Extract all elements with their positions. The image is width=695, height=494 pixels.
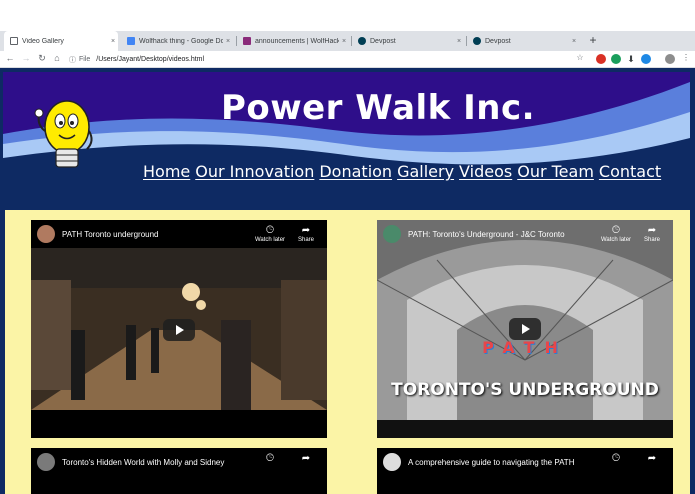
nav-gallery[interactable]: Gallery	[397, 162, 454, 181]
tab-google-docs[interactable]: Wolfhack thing - Google Docs ×	[121, 31, 233, 51]
toolbar: ← → ↻ ⌂ ⓘ File /Users/Jayant/Desktop/vid…	[0, 51, 695, 68]
video-embed[interactable]: PATH Toronto underground 🕒︎ Watch later …	[31, 220, 327, 438]
video-title[interactable]: A comprehensive guide to navigating the …	[408, 458, 574, 467]
watch-later-button[interactable]: 🕒︎	[253, 453, 287, 465]
main-nav: Home Our Innovation Donation Gallery Vid…	[143, 162, 661, 181]
close-icon[interactable]: ×	[223, 38, 233, 45]
forward-icon[interactable]: →	[20, 53, 32, 63]
close-icon[interactable]: ×	[569, 38, 579, 45]
tab-title: announcements | WolfHacks	[255, 37, 339, 45]
devpost-icon	[358, 37, 366, 45]
nav-our-team[interactable]: Our Team	[517, 162, 594, 181]
watch-later-button[interactable]: 🕒︎	[599, 453, 633, 465]
watch-later-button[interactable]: 🕒︎ Watch later	[253, 225, 287, 243]
tab-devpost-1[interactable]: Devpost ×	[352, 31, 464, 51]
reload-icon[interactable]: ↻	[36, 53, 48, 64]
video-title[interactable]: Toronto's Hidden World with Molly and Si…	[62, 458, 224, 467]
channel-avatar[interactable]	[383, 453, 401, 471]
nav-contact[interactable]: Contact	[599, 162, 661, 181]
watch-later-label: Watch later	[600, 237, 632, 243]
site-title: Power Walk Inc.	[220, 88, 536, 128]
video-gallery: PATH Toronto underground 🕒︎ Watch later …	[5, 210, 690, 494]
video-embed[interactable]: A comprehensive guide to navigating the …	[377, 448, 673, 494]
slack-icon	[243, 37, 251, 45]
grammarly-icon[interactable]	[611, 54, 621, 64]
share-label: Share	[643, 237, 660, 243]
clock-icon: 🕒︎	[612, 225, 620, 236]
close-icon[interactable]: ×	[339, 38, 349, 45]
tab-announcements[interactable]: announcements | WolfHacks ×	[237, 31, 349, 51]
nav-our-innovation[interactable]: Our Innovation	[195, 162, 314, 181]
info-icon[interactable]: ⓘ	[69, 55, 79, 65]
video-embed[interactable]: PATH: Toronto's Underground - J&C Toront…	[377, 220, 673, 438]
share-button[interactable]: ➦	[289, 453, 323, 465]
clock-icon: 🕒︎	[612, 453, 620, 464]
page-icon	[10, 37, 18, 45]
video-title[interactable]: PATH Toronto underground	[62, 230, 159, 239]
back-icon[interactable]: ←	[4, 53, 16, 63]
watch-later-button[interactable]: 🕒︎ Watch later	[599, 225, 633, 243]
tab-bar: Video Gallery × Wolfhack thing - Google …	[0, 31, 695, 51]
docs-icon	[127, 37, 135, 45]
tab-title: Devpost	[370, 37, 396, 45]
extension-icon[interactable]	[596, 54, 606, 64]
share-icon: ➦	[647, 453, 657, 464]
address-path: /Users/Jayant/Desktop/videos.html	[96, 56, 205, 63]
tab-video-gallery[interactable]: Video Gallery ×	[4, 31, 118, 51]
channel-avatar[interactable]	[37, 225, 55, 243]
share-button[interactable]: ➦ Share	[635, 225, 669, 243]
clock-icon: 🕒︎	[266, 453, 274, 464]
video-title[interactable]: PATH: Toronto's Underground - J&C Toront…	[408, 230, 565, 239]
tab-title: Wolfhack thing - Google Docs	[139, 37, 223, 45]
download-icon[interactable]: ⬇	[626, 54, 636, 64]
tab-title: Devpost	[485, 37, 511, 45]
bookmark-star-icon[interactable]: ☆	[574, 53, 586, 62]
share-icon: ➦	[647, 225, 657, 236]
channel-avatar[interactable]	[37, 453, 55, 471]
address-bar[interactable]: ⓘ File /Users/Jayant/Desktop/videos.html	[69, 53, 589, 66]
share-icon: ➦	[301, 225, 311, 236]
tab-devpost-2[interactable]: Devpost ×	[467, 31, 579, 51]
nav-videos[interactable]: Videos	[459, 162, 512, 181]
share-label: Share	[297, 237, 314, 243]
tab-title: Video Gallery	[22, 37, 64, 45]
watch-later-label: Watch later	[254, 237, 286, 243]
menu-icon[interactable]: ⋮	[680, 53, 692, 62]
site-header: Power Walk Inc. Home Our Innovation Dona…	[3, 72, 690, 182]
share-button[interactable]: ➦ Share	[289, 225, 323, 243]
path-logo: PATH	[482, 338, 568, 357]
page: Power Walk Inc. Home Our Innovation Dona…	[0, 68, 695, 494]
avatar[interactable]	[665, 54, 675, 64]
video-overlay-text: TORONTO'S UNDERGROUND	[391, 380, 659, 400]
clock-icon: 🕒︎	[266, 225, 274, 236]
close-icon[interactable]: ×	[454, 38, 464, 45]
home-icon[interactable]: ⌂	[51, 53, 63, 63]
devpost-icon	[473, 37, 481, 45]
new-tab-button[interactable]: +	[586, 33, 600, 47]
lightbulb-logo	[33, 97, 97, 182]
address-scheme: File	[79, 56, 91, 63]
window-top	[0, 0, 695, 31]
play-button[interactable]	[163, 319, 195, 341]
play-button[interactable]	[509, 318, 541, 340]
share-button[interactable]: ➦	[635, 453, 669, 465]
channel-avatar[interactable]	[383, 225, 401, 243]
video-embed[interactable]: Toronto's Hidden World with Molly and Si…	[31, 448, 327, 494]
nav-donation[interactable]: Donation	[319, 162, 392, 181]
share-icon: ➦	[301, 453, 311, 464]
extension-icon[interactable]	[641, 54, 651, 64]
close-icon[interactable]: ×	[108, 38, 118, 45]
nav-home[interactable]: Home	[143, 162, 190, 181]
